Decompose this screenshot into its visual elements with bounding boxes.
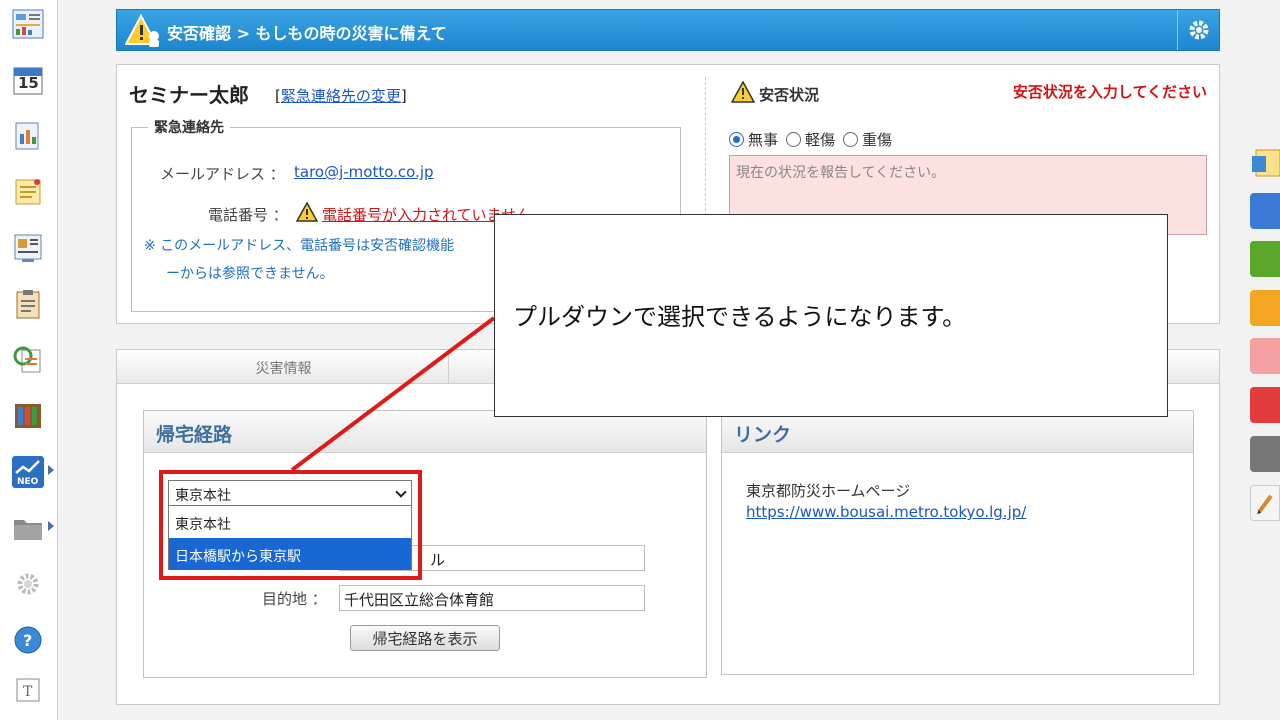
page-header: 安否確認 > もしもの時の災害に備えて — [116, 9, 1220, 51]
text-icon[interactable]: T — [10, 672, 46, 708]
radio-minor-label: 軽傷 — [805, 131, 836, 149]
radio-serious[interactable]: 重傷 — [843, 129, 892, 150]
change-contact: [緊急連絡先の変更] — [275, 85, 407, 106]
right-tab-pink[interactable] — [1250, 338, 1280, 374]
phone-label: 電話番号 ： — [208, 206, 288, 224]
links-title: リンク — [722, 411, 1193, 453]
user-name: セミナー太郎 — [129, 83, 249, 107]
help-icon[interactable]: ? — [10, 622, 46, 658]
board-icon[interactable] — [10, 230, 46, 266]
right-tab-green[interactable] — [1250, 241, 1280, 277]
radio-minor[interactable]: 軽傷 — [786, 129, 835, 150]
dashboard-icon[interactable] — [10, 6, 46, 42]
right-tab-orange[interactable] — [1250, 290, 1280, 326]
svg-text:?: ? — [23, 631, 32, 650]
note-line-2: ーからは参照できません。 — [166, 266, 334, 282]
note-line-1: ※ このメールアドレス、電話番号は安否確認機能 — [144, 238, 455, 254]
phone-warning-icon — [295, 201, 319, 226]
calendar-day: 15 — [18, 74, 39, 92]
right-tab-gray[interactable] — [1250, 436, 1280, 472]
highlight-frame — [159, 470, 422, 580]
svg-text:NEO: NEO — [17, 477, 39, 487]
show-route-button[interactable]: 帰宅経路を表示 — [350, 625, 500, 651]
tab-disaster-info[interactable]: 災害情報 — [119, 352, 449, 384]
neo-expand-arrow[interactable] — [48, 465, 54, 475]
callout-box: プルダウンで選択できるようになります。 — [494, 214, 1168, 417]
safety-status-warning: 安否状況を入力してください — [1012, 83, 1207, 101]
app-sidebar: 15 NEO ? T — [0, 0, 58, 720]
settings-icon[interactable] — [10, 566, 46, 602]
binder-icon[interactable] — [10, 398, 46, 434]
link-item-url[interactable]: https://www.bousai.metro.tokyo.lg.jp/ — [746, 503, 1026, 521]
safety-status-label: 安否状況 — [759, 85, 820, 104]
folder-icon[interactable] — [10, 510, 46, 546]
radio-serious-dot[interactable] — [843, 132, 859, 147]
emergency-contact-legend: 緊急連絡先 — [148, 117, 230, 137]
notes-icon[interactable] — [1250, 146, 1280, 182]
safety-status-title: 安否状況 — [730, 80, 820, 107]
breadcrumb: 安否確認 > もしもの時の災害に備えて — [167, 24, 447, 43]
email-label: メールアドレス ： — [160, 165, 285, 183]
origin-value: ル — [430, 551, 446, 569]
neo-icon[interactable]: NEO — [10, 454, 46, 490]
email-link[interactable]: taro@j-motto.co.jp — [294, 163, 434, 181]
report-icon[interactable] — [10, 118, 46, 154]
destination-input[interactable]: 千代田区立総合体育館 — [339, 585, 645, 611]
svg-text:T: T — [23, 684, 33, 700]
radio-serious-label: 重傷 — [862, 131, 893, 149]
radio-safe[interactable]: 無事 — [729, 129, 778, 150]
links-box: リンク — [721, 410, 1194, 675]
warning-user-icon — [124, 13, 161, 52]
radio-safe-label: 無事 — [748, 131, 779, 149]
change-contact-link[interactable]: 緊急連絡先の変更 — [281, 87, 401, 105]
memo-icon[interactable] — [10, 174, 46, 210]
warning-icon — [730, 80, 756, 107]
link-item-label: 東京都防災ホームページ — [746, 482, 911, 500]
folder-expand-arrow[interactable] — [48, 521, 54, 531]
route-title: 帰宅経路 — [144, 411, 706, 453]
clipboard-icon[interactable] — [10, 286, 46, 322]
pencil-icon[interactable] — [1250, 485, 1280, 521]
safety-radio-group: 無事 軽傷 重傷 — [729, 129, 892, 150]
calendar-icon[interactable]: 15 — [10, 62, 46, 98]
right-tab-red[interactable] — [1250, 387, 1280, 423]
refresh-doc-icon[interactable] — [10, 342, 46, 378]
right-tab-blue[interactable] — [1250, 193, 1280, 229]
radio-safe-dot[interactable] — [729, 132, 744, 147]
destination-label: 目的地 ： — [262, 590, 327, 608]
callout-text: プルダウンで選択できるようになります。 — [513, 303, 967, 331]
bracket-close: ] — [400, 87, 407, 105]
radio-minor-dot[interactable] — [786, 132, 802, 147]
gear-icon[interactable] — [1177, 10, 1219, 50]
